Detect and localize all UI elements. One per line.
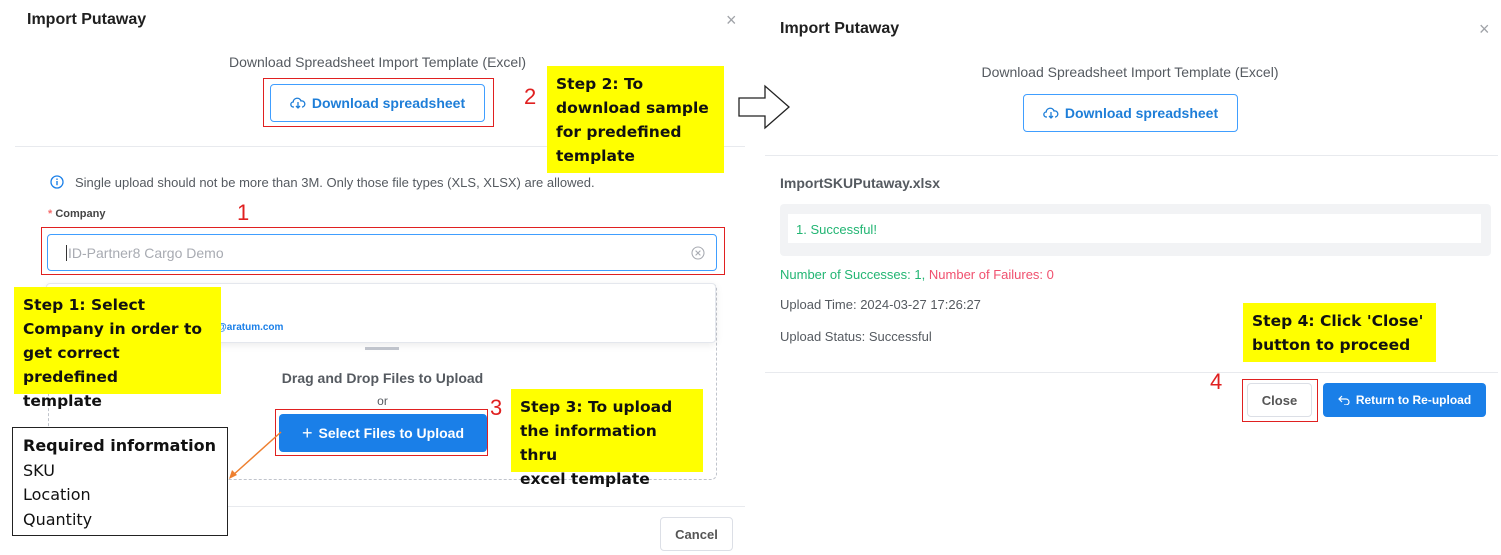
upload-time: Upload Time: 2024-03-27 17:26:27 [780, 297, 981, 312]
step3-line: the information thru [520, 422, 657, 464]
step4-line: Step 4: Click 'Close' [1252, 312, 1424, 330]
annotation-number-3: 3 [490, 395, 503, 420]
highlight-box-download [263, 78, 494, 127]
upload-status: Upload Status: Successful [780, 329, 932, 344]
step3-note: Step 3: To upload the information thru e… [511, 389, 703, 488]
successes-label: Number of Successes: [780, 267, 911, 282]
required-info-item: Quantity [23, 509, 93, 529]
result-line: 1. Successful! [796, 222, 877, 237]
required-info-item: Location [23, 485, 91, 504]
step1-line: template [23, 392, 102, 410]
download-heading: Download Spreadsheet Import Template (Ex… [981, 64, 1279, 80]
close-icon[interactable]: × [1479, 20, 1490, 38]
upload-icon [365, 347, 399, 350]
step2-note: Step 2: To download sample for predefine… [547, 66, 724, 173]
company-label: * Company [48, 208, 105, 220]
return-icon [1337, 395, 1350, 405]
annotation-number-4: 4 [1210, 369, 1223, 394]
annotation-connector-line [229, 431, 282, 479]
step3-line: Step 3: To upload [520, 398, 673, 416]
dropdown-option-email[interactable]: @aratum.com [217, 322, 283, 333]
download-spreadsheet-button[interactable]: Download spreadsheet [1023, 94, 1238, 132]
step4-line: button to proceed [1252, 336, 1411, 354]
annotation-number-2: 2 [524, 84, 537, 109]
step1-line: Company in order to [23, 320, 203, 338]
result-row: 1. Successful! [788, 214, 1481, 243]
upload-info-text: Single upload should not be more than 3M… [75, 175, 595, 190]
highlight-box-company [41, 227, 725, 275]
divider [765, 372, 1498, 373]
required-info-item: SKU [23, 460, 55, 480]
download-spreadsheet-label: Download spreadsheet [1064, 105, 1219, 121]
return-reupload-button[interactable]: Return to Re-upload [1323, 383, 1486, 417]
step2-line: download sample [556, 99, 709, 117]
arrow-right-icon [738, 84, 790, 130]
failures-value: 0 [1046, 267, 1054, 282]
dialog-title: Import Putaway [780, 20, 900, 37]
result-panel: 1. Successful! [780, 204, 1491, 256]
step2-line: template [556, 147, 635, 165]
required-info-title: Required information [23, 436, 216, 455]
failures-label: Number of Failures: [928, 267, 1044, 282]
uploaded-filename: ImportSKUPutaway.xlsx [780, 175, 941, 191]
required-mark: * [48, 208, 53, 220]
cloud-download-icon [1043, 107, 1059, 119]
step1-line: Step 1: Select [23, 296, 146, 314]
return-reupload-label: Return to Re-upload [1355, 393, 1472, 407]
highlight-box-close [1242, 379, 1318, 422]
successes-value: 1 [914, 267, 922, 282]
highlight-box-select [275, 409, 488, 456]
result-counts: Number of Successes: 1, Number of Failur… [780, 267, 1054, 282]
step4-note: Step 4: Click 'Close' button to proceed [1243, 303, 1436, 362]
annotation-number-1: 1 [237, 200, 250, 225]
divider [765, 155, 1498, 156]
step2-line: Step 2: To [556, 75, 644, 93]
close-icon[interactable]: × [726, 11, 737, 29]
dialog-title: Import Putaway [27, 11, 147, 28]
info-icon [50, 175, 64, 189]
step1-note: Step 1: Select Company in order to get c… [14, 287, 221, 410]
company-label-text: Company [55, 208, 106, 220]
step3-line: excel template [520, 470, 650, 488]
step2-line: for predefined [556, 123, 682, 141]
required-info-box: Required information SKU Location Quanti… [12, 427, 228, 536]
step1-line: get correct predefined [23, 344, 120, 386]
cancel-button[interactable]: Cancel [660, 517, 733, 551]
